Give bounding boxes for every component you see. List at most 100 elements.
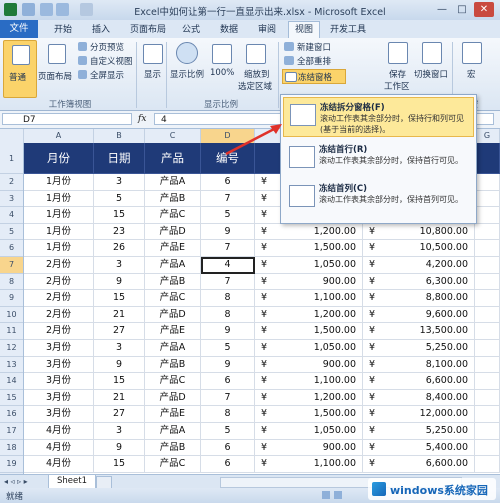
table-cell[interactable]: ¥1,500.00 <box>255 406 363 423</box>
row-header[interactable]: 5 <box>0 224 23 241</box>
header-cell[interactable]: 产品 <box>145 143 201 174</box>
table-cell[interactable]: 9 <box>94 439 145 457</box>
table-cell[interactable]: ¥900.00 <box>255 439 363 457</box>
table-cell[interactable]: 9 <box>94 273 145 291</box>
table-cell[interactable]: 7 <box>201 190 255 208</box>
tab-page-layout[interactable]: 页面布局 <box>124 22 172 38</box>
table-cell[interactable]: 3月份 <box>24 373 94 390</box>
table-cell[interactable]: 9 <box>94 356 145 374</box>
switch-windows-button[interactable]: 切换窗口 <box>414 68 448 80</box>
row-header[interactable]: 9 <box>0 290 23 307</box>
custom-views-button[interactable]: 自定义视图 <box>90 55 133 67</box>
table-cell[interactable]: 3 <box>94 257 145 274</box>
table-cell[interactable]: 5 <box>201 423 255 440</box>
table-cell[interactable] <box>475 439 500 457</box>
zoom-selection-button[interactable]: 缩放到 <box>244 68 270 80</box>
row-header[interactable]: 18 <box>0 440 23 457</box>
table-cell[interactable]: 3 <box>94 174 145 191</box>
row-header[interactable]: 4 <box>0 207 23 224</box>
table-cell[interactable]: 8 <box>201 306 255 324</box>
table-cell[interactable]: 26 <box>94 240 145 257</box>
select-all-corner[interactable] <box>0 129 24 143</box>
table-cell[interactable] <box>475 240 500 257</box>
minimize-button[interactable]: — <box>432 2 452 17</box>
row-header[interactable]: 6 <box>0 240 23 257</box>
table-cell[interactable]: ¥900.00 <box>255 273 363 291</box>
table-cell[interactable]: 5 <box>201 340 255 357</box>
close-button[interactable]: ✕ <box>474 2 494 17</box>
header-cell[interactable]: 月份 <box>24 143 94 174</box>
table-cell[interactable]: 7 <box>201 240 255 257</box>
table-cell[interactable] <box>475 323 500 340</box>
table-cell[interactable]: 4月份 <box>24 439 94 457</box>
table-cell[interactable]: ¥1,050.00 <box>255 257 363 274</box>
redo-icon[interactable] <box>56 3 69 16</box>
table-cell[interactable]: ¥1,200.00 <box>255 389 363 407</box>
row-header[interactable]: 3 <box>0 191 23 208</box>
table-cell[interactable]: ¥10,800.00 <box>363 223 475 241</box>
row-header[interactable]: 11 <box>0 323 23 340</box>
table-cell[interactable]: 2月份 <box>24 257 94 274</box>
sheet-tab-sheet1[interactable]: Sheet1 <box>48 475 96 489</box>
column-header[interactable]: C <box>145 129 201 143</box>
table-cell[interactable]: ¥12,000.00 <box>363 406 475 423</box>
restore-button[interactable]: □ <box>452 2 472 17</box>
table-cell[interactable]: ¥10,500.00 <box>363 240 475 257</box>
table-cell[interactable]: 产品C <box>145 290 201 307</box>
row-header[interactable]: 12 <box>0 340 23 357</box>
table-cell[interactable]: 21 <box>94 389 145 407</box>
table-cell[interactable] <box>475 456 500 473</box>
table-cell[interactable]: 产品C <box>145 373 201 390</box>
freeze-panes-button[interactable]: 冻结窗格 <box>282 69 346 84</box>
row-header[interactable]: 1 <box>0 143 23 174</box>
fullscreen-button[interactable]: 全屏显示 <box>90 69 124 81</box>
table-cell[interactable]: 15 <box>94 373 145 390</box>
table-cell[interactable]: 产品A <box>145 174 201 191</box>
table-cell[interactable]: 1月份 <box>24 174 94 191</box>
table-cell[interactable]: ¥1,200.00 <box>255 223 363 241</box>
arrange-all-button[interactable]: 全部重排 <box>297 55 331 67</box>
table-cell[interactable]: ¥6,300.00 <box>363 273 475 291</box>
table-cell[interactable]: ¥13,500.00 <box>363 323 475 340</box>
table-cell[interactable]: 1月份 <box>24 190 94 208</box>
row-header[interactable]: 16 <box>0 406 23 423</box>
table-cell[interactable]: 产品B <box>145 273 201 291</box>
freeze-first-column-option[interactable]: 冻结首列(C) 滚动工作表其余部分时，保持首列可见。 <box>283 179 474 219</box>
row-header[interactable]: 8 <box>0 274 23 291</box>
table-cell[interactable]: ¥900.00 <box>255 356 363 374</box>
table-cell[interactable] <box>475 406 500 423</box>
table-cell[interactable]: 3月份 <box>24 389 94 407</box>
tab-formulas[interactable]: 公式 <box>176 22 206 38</box>
table-cell[interactable]: 产品C <box>145 207 201 224</box>
table-cell[interactable]: 产品B <box>145 356 201 374</box>
table-cell[interactable] <box>475 174 500 191</box>
table-cell[interactable]: ¥1,500.00 <box>255 240 363 257</box>
name-box[interactable]: D7 <box>2 113 132 125</box>
table-cell[interactable]: 产品D <box>145 306 201 324</box>
table-cell[interactable]: ¥8,800.00 <box>363 290 475 307</box>
table-cell[interactable]: ¥8,400.00 <box>363 389 475 407</box>
table-cell[interactable]: 3月份 <box>24 340 94 357</box>
table-cell[interactable]: 8 <box>201 290 255 307</box>
table-cell[interactable] <box>475 423 500 440</box>
table-cell[interactable]: 3 <box>94 423 145 440</box>
row-header[interactable]: 2 <box>0 174 23 191</box>
tab-developer[interactable]: 开发工具 <box>324 22 372 38</box>
table-cell[interactable]: 15 <box>94 207 145 224</box>
table-cell[interactable]: 8 <box>201 406 255 423</box>
table-cell[interactable]: ¥6,600.00 <box>363 373 475 390</box>
macros-button[interactable]: 宏 <box>467 68 476 80</box>
tab-view[interactable]: 视图 <box>288 21 321 38</box>
show-button[interactable]: 显示 <box>144 68 161 80</box>
table-cell[interactable]: 5 <box>201 207 255 224</box>
save-icon[interactable] <box>22 3 35 16</box>
table-cell[interactable]: 27 <box>94 406 145 423</box>
table-cell[interactable]: 4月份 <box>24 423 94 440</box>
sheet-nav-arrows-icon[interactable]: ◂ ◃ ▹ ▸ <box>4 477 44 487</box>
table-cell[interactable]: 9 <box>201 323 255 340</box>
row-header[interactable]: 7 <box>0 257 23 274</box>
active-cell[interactable]: 4 <box>201 257 255 274</box>
table-cell[interactable]: 6 <box>201 456 255 473</box>
quick-access-customize-icon[interactable] <box>80 3 93 16</box>
table-cell[interactable]: 产品B <box>145 190 201 208</box>
